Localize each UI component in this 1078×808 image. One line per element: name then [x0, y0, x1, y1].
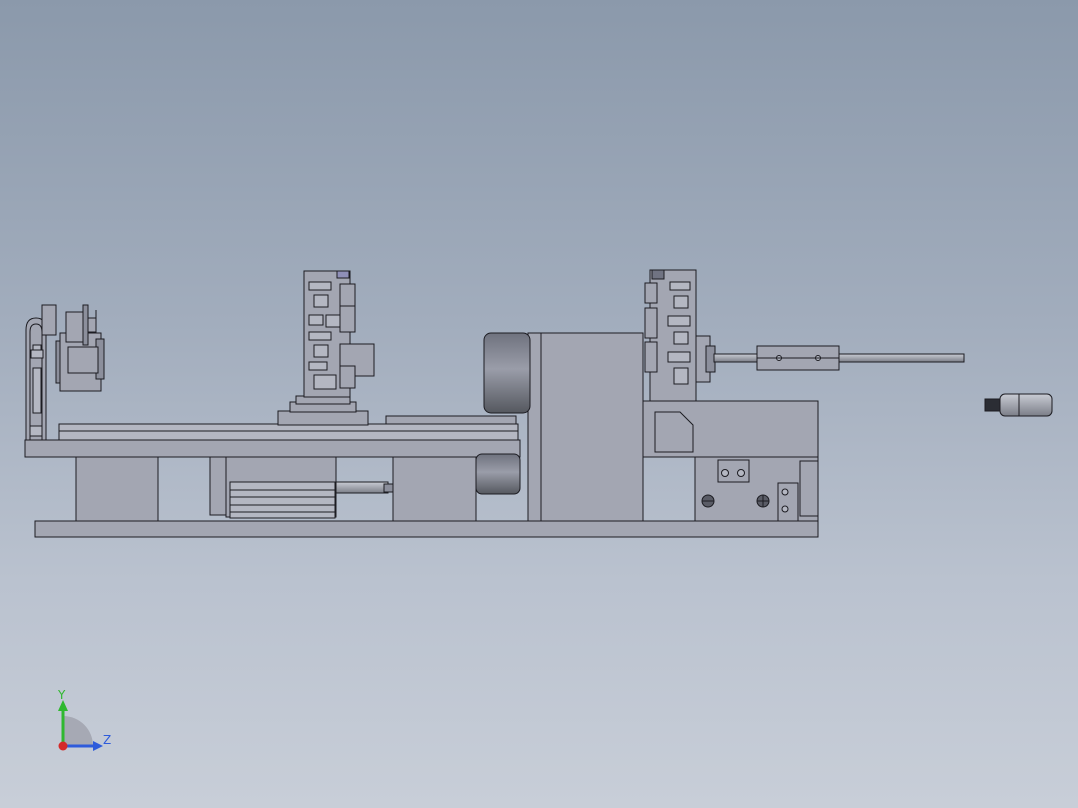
spindle-shaft [713, 345, 965, 371]
x-axis-dot [58, 741, 68, 751]
right-mount-blocks [694, 456, 819, 522]
left-gear-assembly [41, 304, 105, 392]
top-plate [24, 415, 521, 458]
right-upright-profile [644, 269, 716, 402]
motor-drum [475, 332, 531, 495]
left-profile-column [25, 317, 47, 441]
base-plate [34, 520, 819, 538]
triad-wedge [63, 716, 93, 746]
detached-knob [984, 393, 1053, 417]
orientation-triad: Y Z [57, 688, 111, 751]
assembly-side-view[interactable]: Y Z [0, 0, 1078, 808]
graphics-area[interactable]: Y Z [0, 0, 1078, 808]
linear-actuator [225, 456, 394, 519]
z-axis-label: Z [103, 733, 111, 747]
y-axis-label: Y [57, 688, 66, 702]
center-upright-profile [277, 270, 375, 426]
